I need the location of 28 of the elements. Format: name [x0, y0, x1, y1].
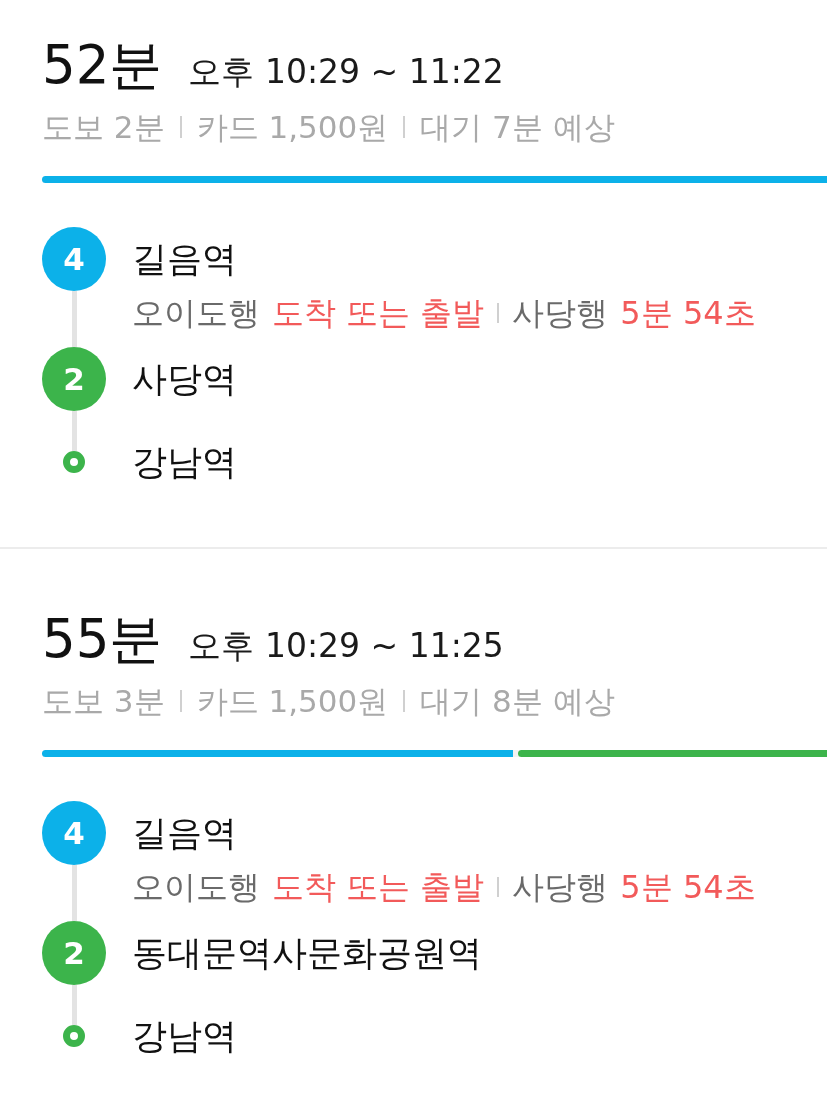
line-badge: 2 [42, 921, 106, 985]
duration-title: 55분 [42, 607, 163, 671]
station-name: 강남역 [132, 441, 237, 484]
trip-summary-text: 대기 7분 예상 [420, 108, 615, 147]
arrival-time-text: 5분 54초 [620, 867, 756, 907]
trip-summary-text: 도보 3분 [42, 682, 165, 721]
line-badge: 4 [42, 801, 106, 865]
trip-summary-text: 도보 2분 [42, 108, 165, 147]
station-name: 길음역 [132, 238, 237, 281]
direction-text: 오이도행 [132, 867, 260, 907]
direction-text: 사당행 [512, 293, 609, 333]
arrival-time-text: 도착 또는 출발 [272, 293, 485, 333]
station-name: 사당역 [132, 358, 237, 401]
station-name: 길음역 [132, 812, 237, 855]
direction-text: 오이도행 [132, 293, 260, 333]
trip-summary-text: 카드 1,500원 [196, 108, 389, 147]
station-name: 강남역 [132, 1015, 237, 1058]
line-badge: 2 [42, 347, 106, 411]
arrival-time-text: 5분 54초 [620, 293, 756, 333]
arrival-time-text: 도착 또는 출발 [272, 867, 485, 907]
trip-summary-text: 카드 1,500원 [196, 682, 389, 721]
station-name: 동대문역사문화공원역 [132, 932, 482, 975]
time-range-text: 오후 10:29 ~ 11:25 [188, 625, 504, 667]
time-range-text: 오후 10:29 ~ 11:22 [188, 51, 504, 93]
trip-summary-text: 대기 8분 예상 [420, 682, 615, 721]
line-badge: 4 [42, 227, 106, 291]
duration-title: 52분 [42, 33, 163, 97]
direction-text: 사당행 [512, 867, 609, 907]
